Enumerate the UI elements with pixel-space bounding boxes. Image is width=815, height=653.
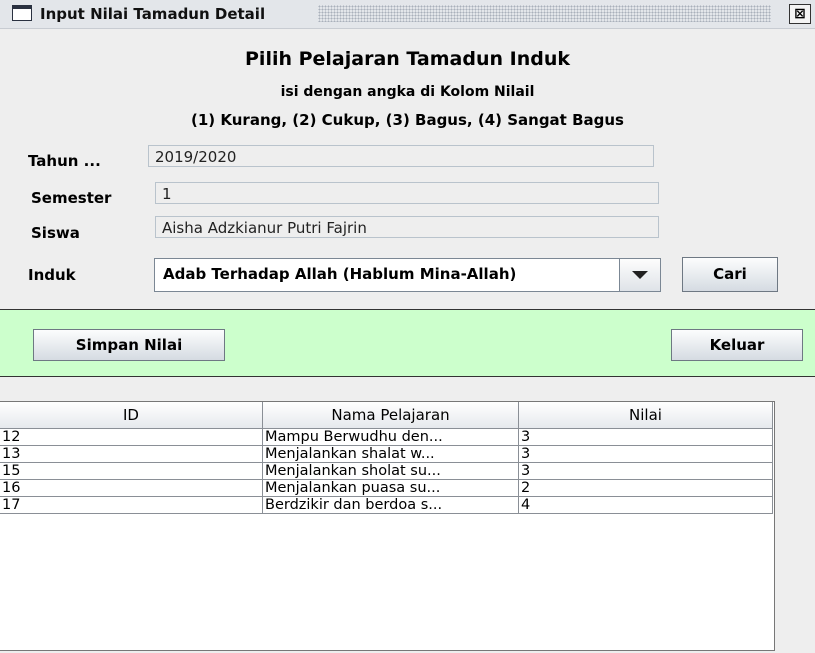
action-panel: Simpan Nilai Keluar: [0, 309, 815, 377]
cell-id[interactable]: 12: [0, 429, 263, 446]
cell-id[interactable]: 17: [0, 497, 263, 514]
simpan-nilai-button[interactable]: Simpan Nilai: [33, 329, 225, 361]
column-header-nama-pelajaran[interactable]: Nama Pelajaran: [263, 402, 519, 428]
table-row[interactable]: 12 Mampu Berwudhu den... 3: [0, 429, 773, 446]
cell-nama-pelajaran[interactable]: Menjalankan sholat su...: [263, 463, 519, 480]
cell-id[interactable]: 15: [0, 463, 263, 480]
window-title: Input Nilai Tamadun Detail: [40, 5, 266, 23]
semester-field[interactable]: 1: [155, 182, 659, 204]
cell-nilai[interactable]: 3: [519, 463, 773, 480]
cell-nilai[interactable]: 3: [519, 446, 773, 463]
cell-nama-pelajaran[interactable]: Berdzikir dan berdoa s...: [263, 497, 519, 514]
cell-id[interactable]: 16: [0, 480, 263, 497]
cell-nilai[interactable]: 4: [519, 497, 773, 514]
page-title: Pilih Pelajaran Tamadun Induk: [245, 48, 570, 70]
column-header-id[interactable]: ID: [0, 402, 263, 428]
tahun-label: Tahun ...: [28, 152, 101, 170]
table-row[interactable]: 17 Berdzikir dan berdoa s... 4: [0, 497, 773, 514]
induk-dropdown[interactable]: Adab Terhadap Allah (Hablum Mina-Allah): [154, 258, 661, 292]
table-row[interactable]: 15 Menjalankan sholat su... 3: [0, 463, 773, 480]
cell-id[interactable]: 13: [0, 446, 263, 463]
siswa-label: Siswa: [31, 224, 80, 242]
cell-nilai[interactable]: 2: [519, 480, 773, 497]
rating-scale-text: (1) Kurang, (2) Cukup, (3) Bagus, (4) Sa…: [191, 111, 624, 129]
tahun-field[interactable]: 2019/2020: [148, 145, 654, 167]
cell-nama-pelajaran[interactable]: Mampu Berwudhu den...: [263, 429, 519, 446]
cari-button[interactable]: Cari: [682, 257, 778, 292]
cari-button-label: Cari: [713, 265, 747, 283]
title-bar-texture: [318, 5, 771, 22]
siswa-field[interactable]: Aisha Adzkianur Putri Fajrin: [155, 216, 659, 238]
table-row[interactable]: 13 Menjalankan shalat w... 3: [0, 446, 773, 463]
close-button[interactable]: ⊠: [789, 4, 811, 24]
cell-nama-pelajaran[interactable]: Menjalankan puasa su...: [263, 480, 519, 497]
induk-selected-value: Adab Terhadap Allah (Hablum Mina-Allah): [163, 265, 517, 283]
cell-nilai[interactable]: 3: [519, 429, 773, 446]
window-icon: [12, 5, 32, 21]
cell-nama-pelajaran[interactable]: Menjalankan shalat w...: [263, 446, 519, 463]
dialog-window: Input Nilai Tamadun Detail ⊠ Pilih Pelaj…: [0, 0, 815, 653]
table-row[interactable]: 16 Menjalankan puasa su... 2: [0, 480, 773, 497]
instruction-text: isi dengan angka di Kolom Nilail: [280, 84, 535, 100]
keluar-label: Keluar: [709, 336, 765, 354]
title-bar[interactable]: Input Nilai Tamadun Detail ⊠: [0, 0, 815, 29]
keluar-button[interactable]: Keluar: [671, 329, 803, 361]
table-header: ID Nama Pelajaran Nilai: [0, 402, 773, 429]
semester-label: Semester: [31, 189, 112, 207]
induk-label: Induk: [28, 266, 76, 284]
column-header-nilai[interactable]: Nilai: [519, 402, 773, 428]
nilai-table: ID Nama Pelajaran Nilai 12 Mampu Berwudh…: [0, 401, 775, 651]
simpan-nilai-label: Simpan Nilai: [75, 336, 183, 354]
chevron-down-icon[interactable]: [619, 259, 660, 291]
